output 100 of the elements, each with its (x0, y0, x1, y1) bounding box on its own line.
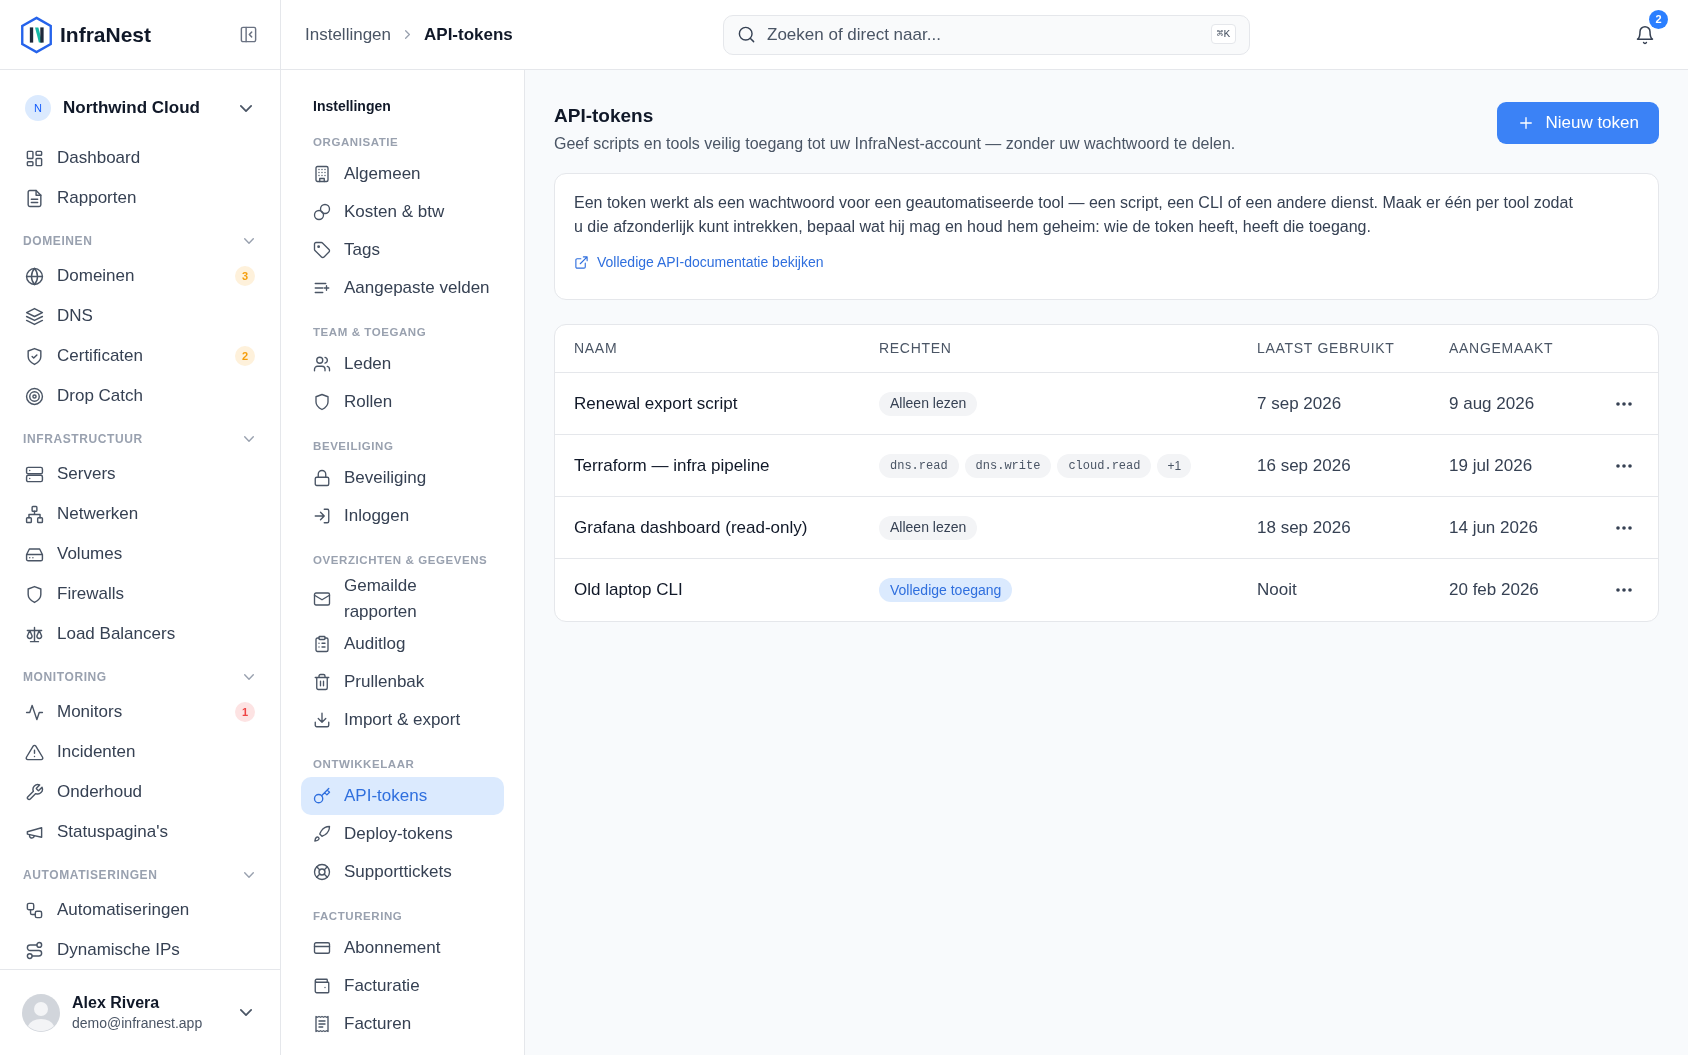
settings-nav-item[interactable]: Rollen (301, 383, 504, 421)
organization-switcher[interactable]: N Northwind Cloud (16, 88, 264, 128)
settings-nav-item[interactable]: Facturatie (301, 967, 504, 1005)
count-badge: 2 (235, 346, 255, 366)
section-heading: ONTWIKKELAAR (312, 757, 416, 773)
warning-icon (25, 742, 44, 762)
new-token-button[interactable]: Nieuw token (1497, 102, 1659, 144)
token-name: Terraform — infra pipeline (574, 454, 771, 477)
settings-nav-item[interactable]: Facturen (301, 1005, 504, 1043)
notifications-button[interactable]: 2 (1632, 9, 1668, 50)
pulse-icon (25, 702, 44, 722)
nav-item[interactable]: Domeinen 3 (16, 256, 264, 296)
info-text: Een token werkt als een wachtwoord voor een geautomatiseerde tool — een script, een CLI of een andere dienst. Maak er één per tool zodat u die afzonderlijk kunt intrekken, bepaal wat hij mag en houd hem geheim: wie de token heeft, heeft die toegang. (574, 193, 1574, 237)
page-title: API-tokens (554, 104, 655, 128)
more-options-button[interactable] (1615, 462, 1633, 469)
settings-nav-item[interactable]: Tags (301, 231, 504, 269)
settings-nav-item[interactable]: Abonnement (301, 929, 504, 967)
permission-tag: Volledige toegang (879, 578, 1013, 602)
nav-item[interactable]: Netwerken (16, 494, 264, 534)
last-used-cell-text: 7 sep 2026 (1257, 392, 1343, 415)
settings-nav-item[interactable]: Aangepaste velden (301, 269, 504, 307)
created-cell-text: 19 jul 2026 (1449, 454, 1534, 477)
settings-nav-item[interactable]: Deploy-tokens (301, 815, 504, 853)
nav-item[interactable]: Onderhoud (16, 772, 264, 812)
nav-item[interactable]: Statuspagina's (16, 812, 264, 852)
breadcrumb-link[interactable]: API-tokens (424, 21, 513, 48)
trash-icon (313, 673, 331, 691)
column-header: LAATST GEBRUIKT (1257, 339, 1396, 358)
org-avatar: N (25, 95, 51, 121)
last-used-cell-text: 18 sep 2026 (1257, 516, 1352, 539)
shield-icon (313, 393, 331, 411)
external-link-icon (574, 255, 589, 270)
lock-icon (313, 469, 331, 487)
nav-item[interactable]: Dashboard (16, 138, 264, 178)
last-used-cell-text: 16 sep 2026 (1257, 454, 1352, 477)
collapse-sidebar-button[interactable] (239, 25, 258, 44)
nav-item[interactable]: Dynamische IPs (16, 930, 264, 969)
created-cell-text: 9 aug 2026 (1449, 392, 1536, 415)
section-heading: TEAM & TOEGANG (312, 325, 428, 341)
chevron-icon (244, 436, 254, 442)
settings-nav-item[interactable]: Import & export (301, 701, 504, 739)
globe-icon (25, 266, 44, 286)
more-options-button[interactable] (1615, 400, 1633, 407)
sidebar-toggle-icon (239, 25, 258, 44)
shield-check-icon (25, 346, 44, 366)
column-header: AANGEMAAKT (1449, 339, 1555, 358)
created-cell-text: 20 feb 2026 (1449, 579, 1540, 602)
permission-tag: Alleen lezen (879, 391, 978, 416)
logo-icon (19, 15, 54, 54)
wallet-icon (313, 977, 331, 995)
section-heading: FACTURERING (312, 909, 404, 925)
created-cell-text: 14 jun 2026 (1449, 516, 1539, 539)
lifebuoy-icon (313, 863, 331, 881)
settings-nav-item[interactable]: Gemailde rapporten (301, 573, 504, 625)
settings-nav-title: Instellingen (312, 97, 392, 116)
permission-tag: dns.read (879, 453, 959, 478)
token-name: Grafana dashboard (read-only) (574, 516, 809, 539)
credit-card-icon (313, 939, 331, 957)
bell-icon (1635, 24, 1655, 45)
settings-nav-item[interactable]: Inloggen (301, 497, 504, 535)
column-header: NAAM (574, 339, 619, 358)
more-options-button[interactable] (1615, 524, 1633, 531)
server-icon (25, 464, 44, 484)
nav-item[interactable]: Monitors 1 (16, 692, 264, 732)
chevron-icon (244, 238, 254, 244)
nav-item[interactable]: DNS (16, 296, 264, 336)
more-icon (1615, 400, 1633, 407)
user-email: demo@infranest.app (72, 1013, 203, 1033)
nav-item[interactable]: Load Balancers (16, 614, 264, 654)
settings-nav-item[interactable]: Kosten & btw (301, 193, 504, 231)
more-icon (1615, 524, 1633, 531)
documentation-link[interactable]: Volledige API-documentatie bekijken (574, 252, 824, 273)
scale-icon (25, 624, 44, 644)
building-icon (313, 165, 331, 183)
settings-nav-item[interactable]: Algemeen (301, 155, 504, 193)
nav-item[interactable]: Volumes (16, 534, 264, 574)
nav-item[interactable]: Firewalls (16, 574, 264, 614)
settings-nav-item[interactable]: Supporttickets (301, 853, 504, 891)
nav-item[interactable]: Rapporten (16, 178, 264, 218)
nav-item[interactable]: Incidenten (16, 732, 264, 772)
permission-tag: +1 (1157, 453, 1192, 478)
settings-nav-item[interactable]: Leden (301, 345, 504, 383)
nav-item[interactable]: Drop Catch (16, 376, 264, 416)
nav-item[interactable]: Certificaten 2 (16, 336, 264, 376)
breadcrumb-link[interactable]: Instellingen (305, 21, 391, 48)
count-badge: 1 (235, 702, 255, 722)
document-icon (25, 188, 44, 208)
column-header: RECHTEN (879, 339, 953, 358)
settings-nav-item[interactable]: Beveiliging (301, 459, 504, 497)
settings-nav-item[interactable]: API-tokens (301, 777, 504, 815)
nav-item[interactable]: Automatiseringen (16, 890, 264, 930)
nav-item[interactable]: Servers (16, 454, 264, 494)
key-icon (313, 787, 331, 805)
chevron-right-icon (405, 30, 410, 39)
brand-name: InfraNest (60, 21, 152, 48)
settings-nav-item[interactable]: Prullenbak (301, 663, 504, 701)
settings-nav-item[interactable]: Auditlog (301, 625, 504, 663)
more-options-button[interactable] (1615, 587, 1633, 593)
avatar-silhouette-icon (22, 993, 60, 1032)
section-heading: BEVEILIGING (312, 439, 395, 455)
